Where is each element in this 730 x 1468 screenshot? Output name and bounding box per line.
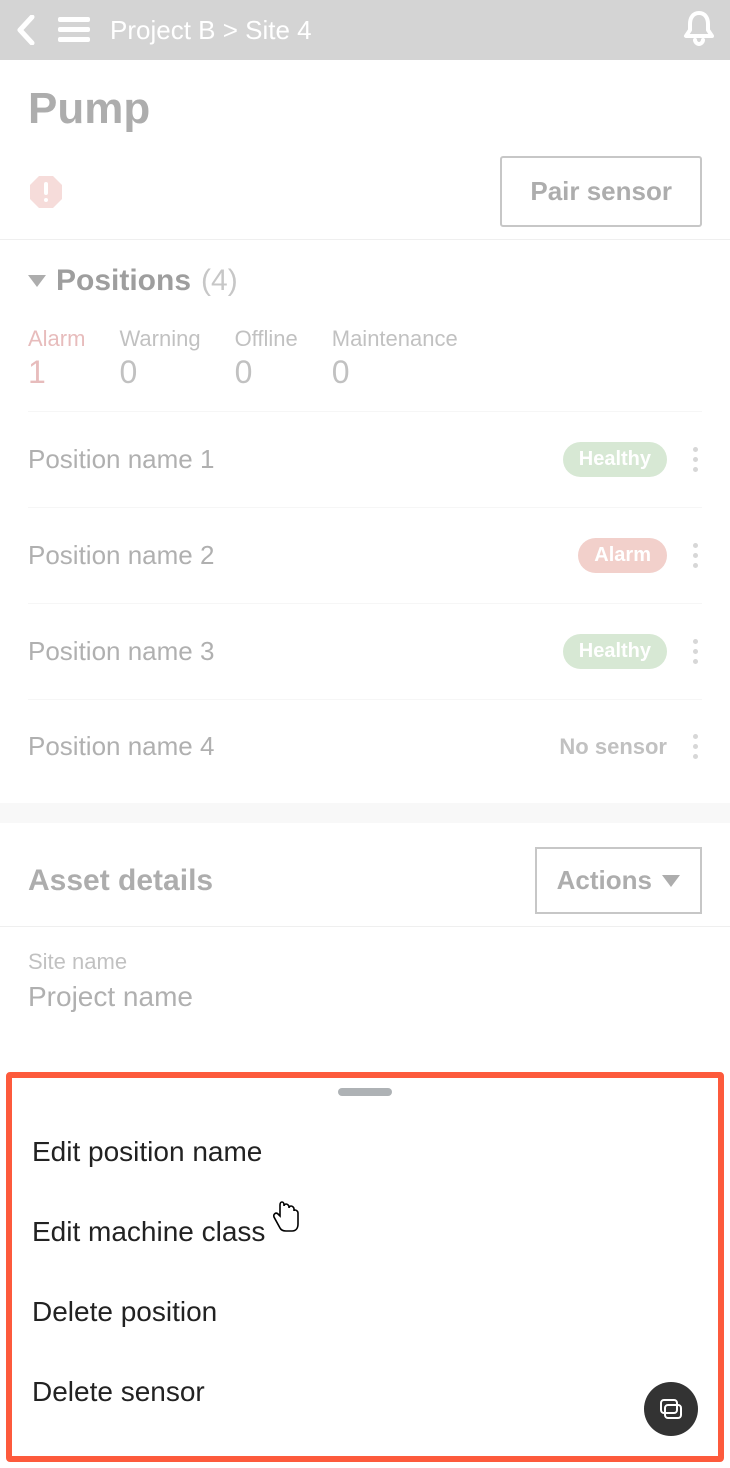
asset-details-header: Asset details Actions <box>0 823 730 926</box>
status-badge: Healthy <box>563 442 667 477</box>
action-sheet: Edit position name Edit machine class De… <box>6 1072 724 1462</box>
page-title: Pump <box>28 84 702 134</box>
position-name: Position name 2 <box>28 540 214 571</box>
position-row[interactable]: Position name 1 Healthy <box>28 412 702 508</box>
position-row[interactable]: Position name 3 Healthy <box>28 604 702 700</box>
position-row[interactable]: Position name 2 Alarm <box>28 508 702 604</box>
more-icon[interactable] <box>689 539 702 572</box>
help-fab[interactable] <box>644 1382 698 1436</box>
status-badge: No sensor <box>559 734 667 760</box>
asset-details-title: Asset details <box>28 864 213 898</box>
positions-count: (4) <box>201 264 238 298</box>
status-summary: Alarm 1 Warning 0 Offline 0 Maintenance … <box>28 326 702 411</box>
more-icon[interactable] <box>689 443 702 476</box>
positions-header[interactable]: Positions (4) <box>28 264 702 298</box>
chevron-down-icon <box>662 875 680 887</box>
actions-button[interactable]: Actions <box>535 847 702 914</box>
sheet-edit-position-name[interactable]: Edit position name <box>26 1112 704 1192</box>
status-alarm: Alarm 1 <box>28 326 85 391</box>
positions-section: Positions (4) Alarm 1 Warning 0 Offline … <box>0 240 730 803</box>
divider <box>0 803 730 823</box>
position-name: Position name 1 <box>28 444 214 475</box>
pair-sensor-button[interactable]: Pair sensor <box>500 156 702 227</box>
sheet-delete-sensor[interactable]: Delete sensor <box>26 1352 704 1432</box>
position-name: Position name 4 <box>28 731 214 762</box>
notifications-icon[interactable] <box>682 10 716 51</box>
more-icon[interactable] <box>689 635 702 668</box>
back-icon[interactable] <box>14 15 38 45</box>
status-maintenance: Maintenance 0 <box>332 326 458 391</box>
sheet-delete-position[interactable]: Delete position <box>26 1272 704 1352</box>
breadcrumb[interactable]: Project B > Site 4 <box>110 15 662 46</box>
site-name-value: Project name <box>28 981 702 1013</box>
status-offline: Offline 0 <box>235 326 298 391</box>
sheet-edit-machine-class[interactable]: Edit machine class <box>26 1192 704 1272</box>
status-badge: Healthy <box>563 634 667 669</box>
status-warning: Warning 0 <box>119 326 200 391</box>
title-section: Pump Pair sensor <box>0 60 730 239</box>
status-badge: Alarm <box>578 538 667 573</box>
positions-label: Positions <box>56 264 191 298</box>
menu-icon[interactable] <box>58 17 90 43</box>
sheet-handle[interactable] <box>338 1088 392 1096</box>
asset-details-body: Site name Project name <box>0 927 730 1035</box>
alert-icon <box>28 174 64 210</box>
more-icon[interactable] <box>689 730 702 763</box>
actions-label: Actions <box>557 865 652 896</box>
position-name: Position name 3 <box>28 636 214 667</box>
top-bar: Project B > Site 4 <box>0 0 730 60</box>
site-name-label: Site name <box>28 949 702 975</box>
chevron-down-icon <box>28 275 46 287</box>
positions-list: Position name 1 Healthy Position name 2 … <box>28 411 702 793</box>
position-row[interactable]: Position name 4 No sensor <box>28 700 702 793</box>
